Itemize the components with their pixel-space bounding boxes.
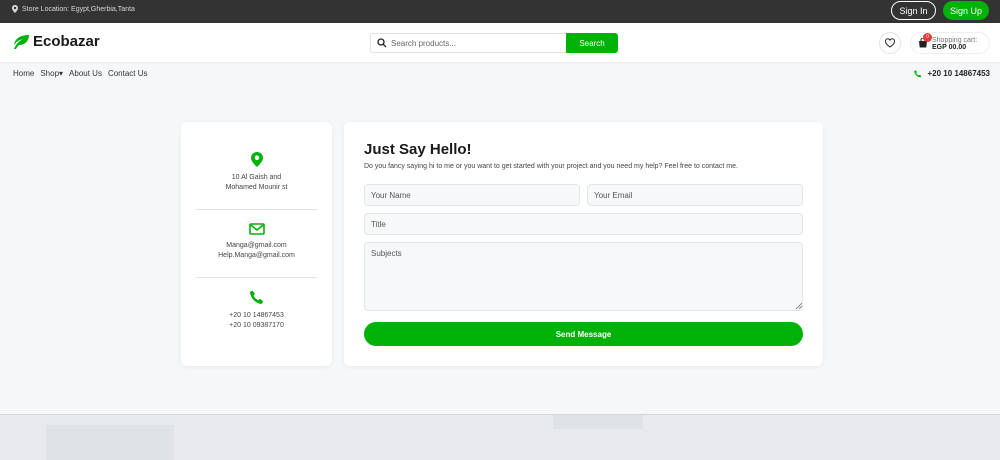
name-field[interactable]: [364, 184, 580, 206]
nav-item-about[interactable]: About Us: [69, 69, 102, 78]
top-bar: Store Location: Egypt,Gherbia,Tanta Sign…: [0, 0, 1000, 23]
divider: [196, 209, 317, 210]
contact-info-card: 10 Al Gaish and Mohamed Mounir st Manga@…: [181, 122, 332, 366]
search-icon: [377, 38, 387, 48]
header: Ecobazar Search 0 Shopping cart: EGP 00.…: [0, 23, 1000, 63]
main-nav: Home Shop▾ About Us Contact Us +20 10 14…: [0, 64, 1000, 84]
nav-phone[interactable]: +20 10 14867453: [914, 69, 990, 78]
address-line-1: 10 Al Gaish and: [231, 174, 282, 181]
divider: [196, 277, 317, 278]
phone-2[interactable]: +20 10 09387170: [181, 321, 332, 331]
sign-in-button[interactable]: Sign In: [891, 1, 936, 20]
leaf-logo-icon: [14, 34, 29, 49]
search-button[interactable]: Search: [566, 33, 618, 53]
form-subtitle: Do you fancy saying hi to me or you want…: [364, 163, 738, 170]
phone-icon: [249, 290, 263, 304]
cart-label: Shopping cart:: [932, 37, 978, 44]
email-2[interactable]: Help.Manga@gmail.com: [181, 251, 332, 261]
logo[interactable]: Ecobazar: [12, 33, 100, 50]
phone-block: +20 10 14867453 +20 10 09387170: [181, 290, 332, 331]
search-input[interactable]: [391, 36, 561, 51]
store-location: Store Location: Egypt,Gherbia,Tanta: [12, 5, 135, 13]
address-line-2: Mohamed Mounir st: [225, 184, 288, 191]
shopping-cart[interactable]: 0 Shopping cart: EGP 00.00: [910, 32, 990, 54]
sign-up-button[interactable]: Sign Up: [943, 1, 989, 20]
nav-item-home[interactable]: Home: [13, 69, 34, 78]
envelope-icon: [248, 223, 265, 235]
title-field[interactable]: [364, 213, 803, 235]
map-area: [46, 425, 174, 460]
map-area: [553, 415, 643, 429]
phone-1[interactable]: +20 10 14867453: [181, 311, 332, 321]
store-location-text: Store Location: Egypt,Gherbia,Tanta: [22, 5, 135, 13]
subjects-field[interactable]: [364, 242, 803, 311]
contact-form-card: Just Say Hello! Do you fancy saying hi t…: [344, 122, 823, 366]
map[interactable]: [0, 414, 1000, 460]
logo-text: Ecobazar: [33, 33, 100, 50]
cart-count-badge: 0: [923, 33, 932, 42]
nav-links: Home Shop▾ About Us Contact Us: [13, 69, 148, 78]
resize-handle-icon[interactable]: [796, 303, 802, 309]
cart-total: EGP 00.00: [932, 44, 967, 51]
heart-icon: [885, 38, 895, 48]
search-bar: Search: [370, 33, 618, 53]
nav-item-contact[interactable]: Contact Us: [108, 69, 148, 78]
nav-phone-text: +20 10 14867453: [927, 69, 990, 78]
send-message-button[interactable]: Send Message: [364, 322, 803, 346]
location-pin-icon: [12, 5, 18, 13]
address-block: 10 Al Gaish and Mohamed Mounir st: [181, 152, 332, 193]
email-block: Manga@gmail.com Help.Manga@gmail.com: [181, 223, 332, 261]
email-1[interactable]: Manga@gmail.com: [181, 241, 332, 251]
nav-item-shop[interactable]: Shop▾: [40, 69, 63, 78]
form-title: Just Say Hello!: [364, 141, 472, 158]
email-field[interactable]: [587, 184, 803, 206]
phone-icon: [914, 69, 922, 77]
location-pin-icon: [250, 152, 263, 167]
wishlist-button[interactable]: [879, 32, 901, 54]
